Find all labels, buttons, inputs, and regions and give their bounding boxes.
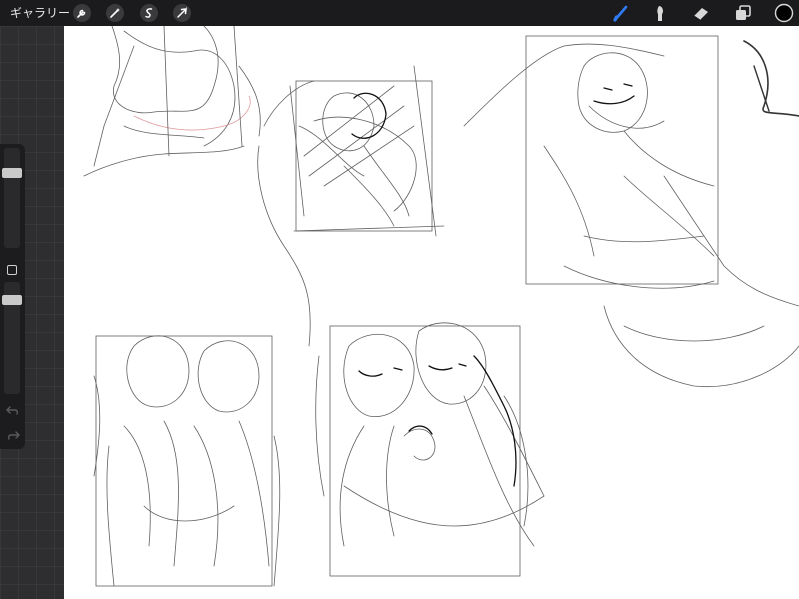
eraser-icon[interactable]: [691, 3, 711, 23]
wrench-icon[interactable]: [72, 3, 92, 23]
brush-size-thumb[interactable]: [2, 168, 22, 178]
undo-icon[interactable]: [6, 402, 20, 415]
top-toolbar: ギャラリー: [0, 0, 799, 26]
opacity-thumb[interactable]: [2, 295, 22, 305]
smudge-icon[interactable]: [650, 3, 670, 23]
transform-icon[interactable]: [172, 3, 192, 23]
brush-size-slider[interactable]: [4, 148, 20, 248]
color-swatch[interactable]: [774, 3, 794, 23]
magic-wand-icon[interactable]: [105, 3, 125, 23]
sketch-artwork: [83, 26, 799, 587]
redo-icon[interactable]: [6, 427, 20, 440]
gallery-button[interactable]: ギャラリー: [10, 4, 70, 21]
selection-icon[interactable]: [139, 3, 159, 23]
drawing-canvas[interactable]: [64, 26, 799, 599]
brush-icon[interactable]: [611, 3, 631, 23]
modify-button[interactable]: [7, 265, 17, 275]
left-sidebar: [0, 26, 64, 599]
sidebar-controls: [0, 144, 25, 449]
layers-icon[interactable]: [733, 3, 753, 23]
